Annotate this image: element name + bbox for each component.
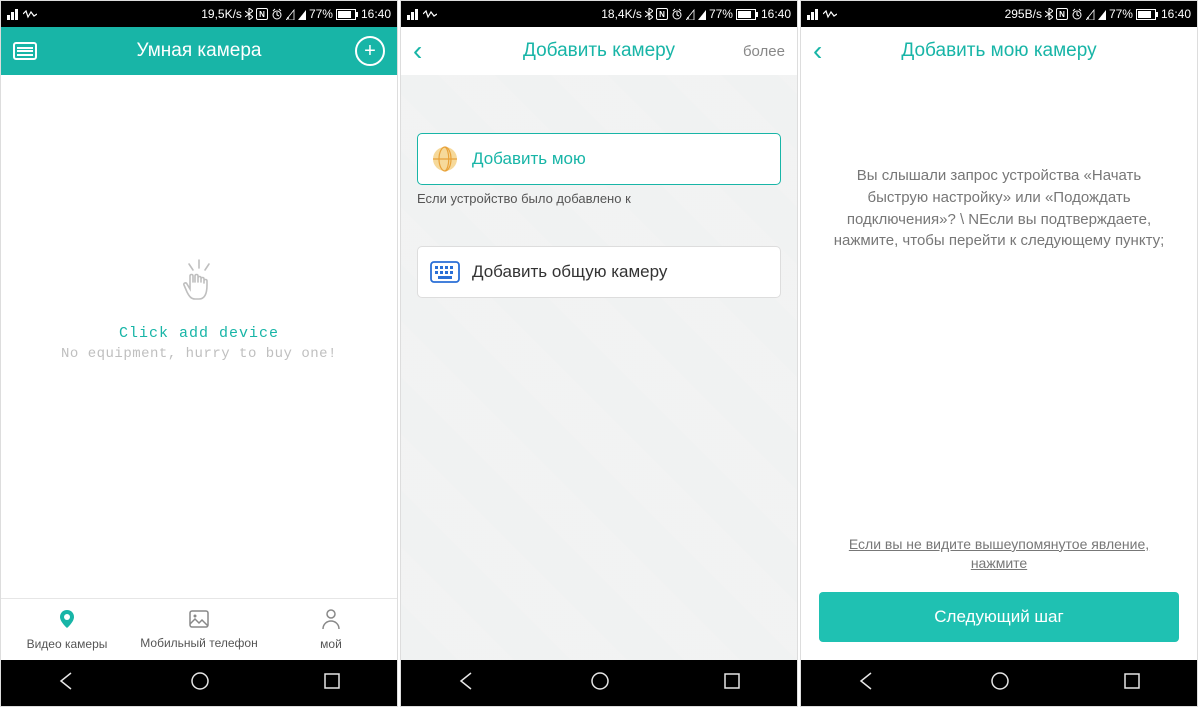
page-title: Умная камера [137, 40, 262, 62]
network-speed: 19,5K/s [201, 7, 242, 21]
page-title: Добавить мою камеру [901, 40, 1096, 62]
add-shared-camera-option[interactable]: Добавить общую камеру [417, 246, 781, 298]
option-label: Добавить мою [472, 149, 586, 169]
status-bar: 19,5K/s N 77% 16:40 [1, 1, 397, 27]
chevron-left-icon: ‹ [413, 37, 422, 65]
bottom-tab-bar: Видео камеры Мобильный телефон мой [1, 598, 397, 660]
clock: 16:40 [1161, 7, 1191, 21]
nav-recent-button[interactable] [323, 672, 341, 695]
battery-pct: 77% [309, 7, 333, 21]
android-nav-bar [1, 660, 397, 706]
person-icon [321, 608, 341, 633]
chart-icon [7, 8, 19, 20]
status-bar: 295B/s N 77% 16:40 [801, 1, 1197, 27]
camera-pin-icon [56, 608, 78, 633]
waveform-icon [823, 9, 837, 19]
svg-text:N: N [1059, 10, 1065, 19]
more-button[interactable]: более [731, 27, 797, 75]
clock: 16:40 [361, 7, 391, 21]
alarm-icon [671, 8, 683, 20]
bluetooth-icon [245, 8, 253, 20]
alarm-icon [271, 8, 283, 20]
main-content: Добавить мою Если устройство было добавл… [401, 75, 797, 660]
main-content: Вы слышали запрос устройства «Начать быс… [801, 75, 1197, 660]
bluetooth-icon [1045, 8, 1053, 20]
nfc-icon: N [1056, 8, 1068, 20]
tab-label: Видео камеры [27, 637, 108, 651]
app-header: ‹ Добавить камеру более [401, 27, 797, 75]
app-header: Умная камера + [1, 27, 397, 75]
empty-state[interactable]: Click add device No equipment, hurry to … [1, 258, 397, 362]
back-button[interactable]: ‹ [801, 27, 834, 75]
android-nav-bar [801, 660, 1197, 706]
nav-back-button[interactable] [57, 671, 77, 696]
chevron-left-icon: ‹ [813, 37, 822, 65]
main-content: Click add device No equipment, hurry to … [1, 75, 397, 598]
add-my-camera-option[interactable]: Добавить мою [417, 133, 781, 185]
chart-icon [407, 8, 419, 20]
tab-video-cameras[interactable]: Видео камеры [1, 599, 133, 660]
menu-icon [13, 42, 37, 60]
image-icon [188, 609, 210, 632]
battery-icon [736, 9, 758, 20]
nav-home-button[interactable] [990, 671, 1010, 696]
menu-button[interactable] [1, 27, 49, 75]
empty-subtitle: No equipment, hurry to buy one! [1, 346, 397, 362]
app-header: ‹ Добавить мою камеру [801, 27, 1197, 75]
tab-label: мой [320, 637, 342, 651]
tab-label: Мобильный телефон [140, 636, 257, 650]
status-bar: 18,4K/s N 77% 16:40 [401, 1, 797, 27]
tap-hand-icon [1, 258, 397, 317]
instruction-text: Вы слышали запрос устройства «Начать быс… [801, 75, 1197, 252]
nfc-icon: N [656, 8, 668, 20]
globe-icon [430, 144, 460, 174]
help-link[interactable]: Если вы не видите вышеупомянутое явление… [801, 535, 1197, 574]
nav-back-button[interactable] [457, 671, 477, 696]
alarm-icon [1071, 8, 1083, 20]
network-speed: 18,4K/s [601, 7, 642, 21]
battery-icon [336, 9, 358, 20]
battery-icon [1136, 9, 1158, 20]
add-button[interactable]: + [343, 27, 397, 75]
tab-my[interactable]: мой [265, 599, 397, 660]
plus-icon: + [355, 36, 385, 66]
next-step-button[interactable]: Следующий шаг [819, 592, 1179, 642]
chart-icon [807, 8, 819, 20]
nav-home-button[interactable] [190, 671, 210, 696]
battery-pct: 77% [1109, 7, 1133, 21]
nav-home-button[interactable] [590, 671, 610, 696]
waveform-icon [423, 9, 437, 19]
nav-back-button[interactable] [857, 671, 877, 696]
bluetooth-icon [645, 8, 653, 20]
page-title: Добавить камеру [523, 40, 675, 62]
signal-icon [286, 8, 306, 20]
android-nav-bar [401, 660, 797, 706]
nav-recent-button[interactable] [723, 672, 741, 695]
signal-icon [1086, 8, 1106, 20]
option-description: Если устройство было добавлено к [417, 191, 781, 206]
svg-text:N: N [659, 10, 665, 19]
nfc-icon: N [256, 8, 268, 20]
tab-mobile-phone[interactable]: Мобильный телефон [133, 599, 265, 660]
signal-icon [686, 8, 706, 20]
network-speed: 295B/s [1005, 7, 1042, 21]
keyboard-icon [430, 257, 460, 287]
svg-text:N: N [259, 10, 265, 19]
clock: 16:40 [761, 7, 791, 21]
back-button[interactable]: ‹ [401, 27, 434, 75]
empty-title: Click add device [1, 325, 397, 342]
waveform-icon [23, 9, 37, 19]
more-label: более [743, 43, 785, 60]
nav-recent-button[interactable] [1123, 672, 1141, 695]
battery-pct: 77% [709, 7, 733, 21]
option-label: Добавить общую камеру [472, 262, 667, 282]
